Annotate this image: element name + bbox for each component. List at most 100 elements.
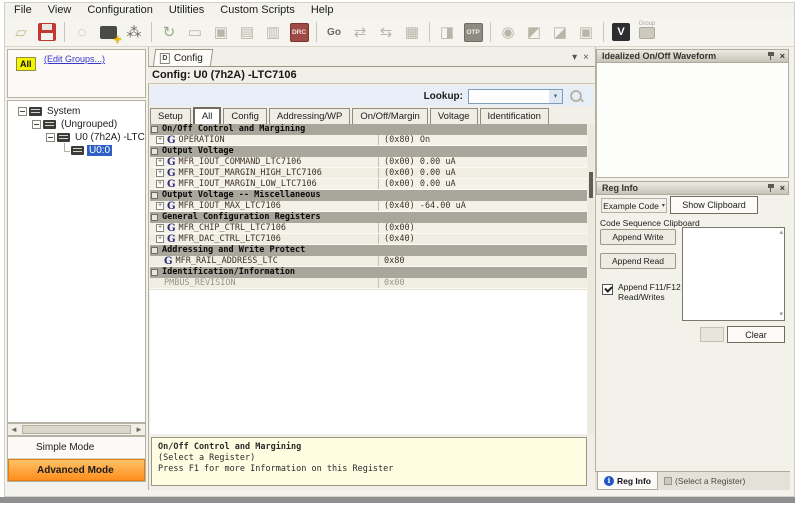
mode-advanced-mode[interactable]: Advanced Mode — [8, 459, 145, 481]
register-row-pmbus-revision[interactable]: PMBUS_REVISION0x00 — [150, 278, 587, 289]
append-f11-f12-checkbox[interactable] — [602, 284, 613, 295]
expand-icon[interactable]: + — [156, 169, 164, 177]
tree-node-u0-0[interactable]: U0:0 — [8, 144, 145, 157]
register-row-mfr-iout-max-ltc7106[interactable]: +GMFR_IOUT_MAX_LTC7106(0x40) -64.00 uA — [150, 201, 587, 212]
edit-groups-link[interactable]: (Edit Groups...) — [44, 54, 105, 64]
lookup-dropdown-icon[interactable]: ▾ — [549, 90, 562, 103]
section-collapse-icon[interactable] — [151, 126, 158, 133]
window-resize-edge[interactable] — [0, 497, 795, 503]
section-row-general-configuration-registers[interactable]: General Configuration Registers — [150, 212, 587, 223]
otp-burn-icon[interactable]: OTP — [461, 20, 485, 44]
pin-icon[interactable] — [767, 183, 776, 193]
section-collapse-icon[interactable] — [151, 214, 158, 221]
section-row-on-off-control-and-margining[interactable]: On/Off Control and Margining — [150, 124, 587, 135]
tab-list-dropdown-icon[interactable]: ▾ — [572, 52, 577, 63]
config-document-tab[interactable]: D Config — [153, 49, 213, 66]
section-collapse-icon[interactable] — [151, 148, 158, 155]
menu-utilities[interactable]: Utilities — [161, 3, 212, 17]
scroll-right-icon[interactable]: ► — [133, 425, 145, 434]
menu-file[interactable]: File — [6, 3, 40, 17]
dock-tab-select-a-register[interactable]: (Select a Register) — [658, 472, 751, 490]
close-document-icon[interactable]: × — [583, 52, 589, 63]
section-row-identification-information[interactable]: Identification/Information — [150, 267, 587, 278]
group-icon[interactable]: Group — [635, 20, 659, 44]
section-row-addressing-and-write-protect[interactable]: Addressing and Write Protect — [150, 245, 587, 256]
telemetry-icon[interactable]: ▭ — [183, 20, 207, 44]
scroll-left-icon[interactable]: ◄ — [8, 425, 20, 434]
lookup-input[interactable] — [469, 90, 549, 103]
clipboard-side-button[interactable] — [700, 327, 724, 342]
register-row-mfr-dac-ctrl-ltc7106[interactable]: +GMFR_DAC_CTRL_LTC7106(0x40) — [150, 234, 587, 245]
go-onoff-icon[interactable]: Go — [322, 20, 346, 44]
verify-icon[interactable]: V — [609, 20, 633, 44]
close-panel-icon[interactable]: × — [780, 52, 785, 61]
eeprom-icon[interactable]: ◉ — [496, 20, 520, 44]
tree-node-u0-7h2a-ltc7106[interactable]: U0 (7h2A) -LTC7106 — [8, 131, 145, 144]
tab-identification[interactable]: Identification — [480, 108, 549, 124]
pl-chip-icon[interactable]: ▣ — [574, 20, 598, 44]
register-row-operation[interactable]: +GOPERATION(0x80) On — [150, 135, 587, 146]
drc-icon[interactable]: DRC — [287, 20, 311, 44]
menu-help[interactable]: Help — [303, 3, 342, 17]
expand-icon[interactable]: + — [156, 158, 164, 166]
tree-node-ungrouped[interactable]: (Ungrouped) — [8, 118, 145, 131]
register-row-mfr-iout-margin-low-ltc7106[interactable]: +GMFR_IOUT_MARGIN_LOW_LTC7106(0x00) 0.00… — [150, 179, 587, 190]
open-file-icon[interactable]: ▱ — [9, 20, 33, 44]
expand-icon[interactable]: + — [156, 235, 164, 243]
scroll-down-icon[interactable]: ▾ — [779, 311, 783, 319]
menu-view[interactable]: View — [40, 3, 80, 17]
append-write-button[interactable]: Append Write — [600, 229, 676, 245]
tab-config[interactable]: Config — [223, 108, 266, 124]
ram-chip-icon[interactable]: ▦ — [400, 20, 424, 44]
tree-horizontal-scrollbar[interactable]: ◄ ► — [7, 423, 146, 436]
section-collapse-icon[interactable] — [151, 192, 158, 199]
pin-icon[interactable] — [767, 51, 776, 61]
expand-icon[interactable]: + — [156, 180, 164, 188]
ram-to-pc-icon[interactable]: ⇆ — [374, 20, 398, 44]
close-panel-icon[interactable]: × — [780, 184, 785, 193]
register-row-mfr-rail-address-ltc[interactable]: GMFR_RAIL_ADDRESS_LTC0x80 — [150, 256, 587, 267]
otp-icon[interactable]: ◨ — [435, 20, 459, 44]
tree-expander-icon[interactable] — [18, 107, 27, 116]
paste-icon[interactable]: ▤ — [235, 20, 259, 44]
section-row-output-voltage-miscellaneous[interactable]: Output Voltage -- Miscellaneous — [150, 190, 587, 201]
append-read-button[interactable]: Append Read — [600, 253, 676, 269]
menu-configuration[interactable]: Configuration — [79, 3, 160, 17]
tab-on-off-margin[interactable]: On/Off/Margin — [352, 108, 428, 124]
tab-addressing-wp[interactable]: Addressing/WP — [269, 108, 350, 124]
add-device-icon[interactable]: + — [96, 20, 120, 44]
paste-run-icon[interactable]: ▥ — [261, 20, 285, 44]
section-collapse-icon[interactable] — [151, 247, 158, 254]
tab-all[interactable]: All — [193, 107, 222, 124]
example-code-button[interactable]: Example Code ▾ — [601, 198, 667, 213]
menu-custom-scripts[interactable]: Custom Scripts — [212, 3, 303, 17]
expand-icon[interactable]: + — [156, 202, 164, 210]
register-row-mfr-iout-margin-high-ltc7106[interactable]: +GMFR_IOUT_MARGIN_HIGH_LTC7106(0x00) 0.0… — [150, 168, 587, 179]
scroll-up-icon[interactable]: ▴ — [779, 229, 783, 237]
expand-icon[interactable]: + — [156, 136, 164, 144]
tree-expander-icon[interactable] — [46, 133, 55, 142]
table-vertical-scrollbar[interactable] — [588, 124, 594, 434]
refresh-all-icon[interactable]: ↻ — [157, 20, 181, 44]
expand-icon[interactable]: + — [156, 224, 164, 232]
clear-button[interactable]: Clear — [727, 326, 785, 343]
zoom-find-icon[interactable]: ◌ — [70, 20, 94, 44]
register-row-mfr-iout-command-ltc7106[interactable]: +GMFR_IOUT_COMMAND_LTC7106(0x00) 0.00 uA — [150, 157, 587, 168]
scrollbar-thumb[interactable] — [22, 425, 131, 434]
wizard-icon[interactable]: ⁂ — [122, 20, 146, 44]
register-row-mfr-chip-ctrl-ltc7106[interactable]: +GMFR_CHIP_CTRL_LTC7106(0x00) — [150, 223, 587, 234]
save-icon[interactable] — [35, 20, 59, 44]
dock-tab-reg-info[interactable]: iReg Info — [597, 472, 658, 490]
tree-node-system[interactable]: System — [8, 105, 145, 118]
lookup-search-icon[interactable] — [567, 88, 587, 105]
section-row-output-voltage[interactable]: Output Voltage — [150, 146, 587, 157]
tree-expander-icon[interactable] — [32, 120, 41, 129]
ram-to-nvm-icon[interactable]: ◩ — [522, 20, 546, 44]
mode-simple-mode[interactable]: Simple Mode — [8, 437, 145, 459]
copy-icon[interactable]: ▣ — [209, 20, 233, 44]
scrollbar-thumb[interactable] — [589, 172, 593, 198]
tab-voltage[interactable]: Voltage — [430, 108, 478, 124]
code-sequence-textarea[interactable]: ▴ ▾ — [682, 227, 785, 321]
pc-to-ram-icon[interactable]: ⇄ — [348, 20, 372, 44]
nvm-to-ram-icon[interactable]: ◪ — [548, 20, 572, 44]
